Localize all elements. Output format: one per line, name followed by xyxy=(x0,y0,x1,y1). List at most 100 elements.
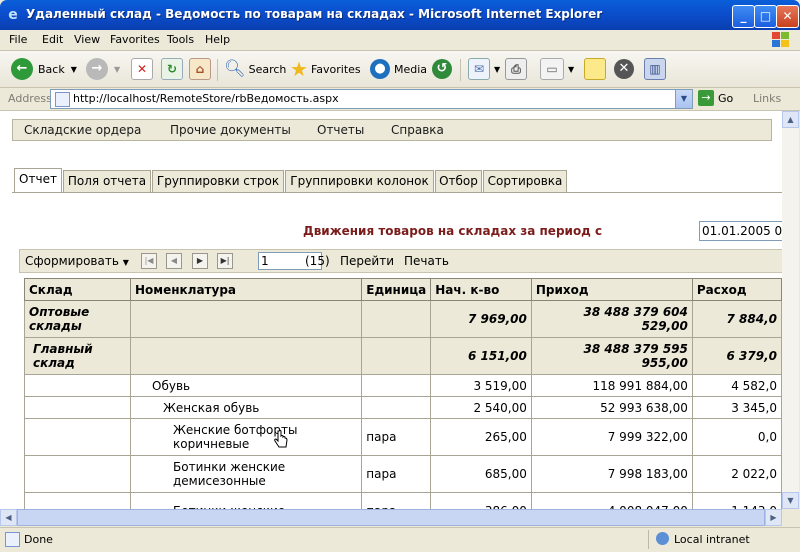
app-menu-reports[interactable]: Отчеты xyxy=(317,123,364,137)
table-row[interactable]: Ботинки женские пара 386,00 4 008 047,00… xyxy=(24,492,782,509)
tab-filter[interactable]: Отбор xyxy=(435,170,482,192)
column-header[interactable]: Номенклатура xyxy=(129,278,363,301)
cell-income: 38 488 379 595 955,00 xyxy=(530,337,693,375)
app-menu-orders[interactable]: Складские ордера xyxy=(24,123,141,137)
cell-unit xyxy=(361,337,432,375)
history-button[interactable]: ↺ xyxy=(432,57,452,81)
address-bar: Address http://localhost/RemoteStore/rbВ… xyxy=(0,88,800,111)
chevron-down-icon: ▼ xyxy=(494,64,501,74)
scroll-right-button[interactable]: ▶ xyxy=(765,509,782,526)
toolbar-separator xyxy=(217,59,218,81)
media-button[interactable]: ● Media xyxy=(370,57,427,81)
cell-income: 7 999 322,00 xyxy=(530,418,693,456)
close-button[interactable]: ✕ xyxy=(776,5,799,28)
horizontal-scroll-thumb[interactable] xyxy=(17,509,765,526)
menu-help[interactable]: Help xyxy=(205,33,230,46)
go-button[interactable]: → Go xyxy=(698,90,733,106)
table-row[interactable]: Обувь 3 519,00 118 991 884,00 4 582,0 xyxy=(24,374,782,397)
scroll-up-button[interactable]: ▲ xyxy=(782,111,799,128)
tab-column-groupings[interactable]: Группировки колонок xyxy=(285,170,434,192)
scroll-down-button[interactable]: ▼ xyxy=(782,492,799,509)
column-header[interactable]: Единица xyxy=(361,278,432,301)
column-header[interactable]: Нач. к-во xyxy=(430,278,532,301)
cell-unit xyxy=(361,300,432,338)
minimize-button[interactable]: _ xyxy=(732,5,755,28)
last-page-button[interactable]: ▶| xyxy=(217,253,233,269)
chevron-down-icon[interactable]: ▼ xyxy=(675,90,692,108)
intranet-icon xyxy=(656,532,669,545)
go-arrow-icon: → xyxy=(698,90,714,106)
table-row[interactable]: Главный склад 6 151,00 38 488 379 595 95… xyxy=(24,337,782,375)
date-from-input[interactable]: 01.01.2005 0 xyxy=(699,221,782,241)
menu-edit[interactable]: Edit xyxy=(42,33,63,46)
table-row[interactable]: Оптовые склады 7 969,00 38 488 379 604 5… xyxy=(24,300,782,338)
menu-view[interactable]: View xyxy=(74,33,100,46)
media-icon: ● xyxy=(370,59,390,79)
tab-report[interactable]: Отчет xyxy=(14,168,62,192)
menu-tools[interactable]: Tools xyxy=(167,33,194,46)
status-text: Done xyxy=(24,533,53,546)
stop-icon: ✕ xyxy=(131,58,153,80)
cell-warehouse: Оптовые склады xyxy=(24,300,131,338)
next-page-button[interactable]: ▶ xyxy=(192,253,208,269)
favorites-button[interactable]: ★ Favorites xyxy=(290,57,361,81)
messenger-button[interactable]: ✕ xyxy=(614,57,634,81)
chevron-down-icon: ▼ xyxy=(122,258,129,267)
column-header[interactable]: Склад xyxy=(24,278,131,301)
cell-outcome: 2 022,0 xyxy=(691,455,782,493)
tab-sorting[interactable]: Сортировка xyxy=(483,170,567,192)
prev-page-button[interactable]: ◀ xyxy=(166,253,182,269)
home-button[interactable]: ⌂ xyxy=(189,57,211,81)
cell-outcome: 1 143,0 xyxy=(691,492,782,509)
stop-button[interactable]: ✕ xyxy=(131,57,153,81)
cell-warehouse xyxy=(24,374,131,397)
tab-row-groupings[interactable]: Группировки строк xyxy=(152,170,284,192)
cell-item xyxy=(129,337,363,375)
cell-income: 38 488 379 604 529,00 xyxy=(530,300,693,338)
table-row[interactable]: Ботинки женские демисезонные пара 685,00… xyxy=(24,455,782,493)
address-input[interactable]: http://localhost/RemoteStore/rbВедомость… xyxy=(50,89,693,109)
refresh-button[interactable]: ↻ xyxy=(161,57,183,81)
cell-income: 118 991 884,00 xyxy=(530,374,693,397)
address-url: http://localhost/RemoteStore/rbВедомость… xyxy=(73,92,339,105)
links-button[interactable]: Links xyxy=(753,92,781,105)
back-arrow-icon: ← xyxy=(11,58,33,80)
vertical-scrollbar[interactable]: ▲ ▼ xyxy=(782,111,799,509)
menu-file[interactable]: File xyxy=(9,33,27,46)
table-row[interactable]: Женская обувь 2 540,00 52 993 638,00 3 3… xyxy=(24,396,782,419)
discuss-button[interactable] xyxy=(584,57,606,81)
build-report-button[interactable]: Сформировать ▼ xyxy=(25,254,129,268)
forward-button[interactable]: → ▼ xyxy=(86,57,120,81)
first-page-button[interactable]: |◀ xyxy=(141,253,157,269)
column-header[interactable]: Расход xyxy=(691,278,782,301)
scroll-left-button[interactable]: ◀ xyxy=(0,509,17,526)
search-icon: 🔍︎ xyxy=(224,59,246,79)
report-toolbar: Сформировать ▼ |◀ ◀ ▶ ▶| 1 (15) Перейти … xyxy=(19,249,782,273)
cell-warehouse xyxy=(24,492,131,509)
cell-outcome: 6 379,0 xyxy=(691,337,782,375)
tab-report-fields[interactable]: Поля отчета xyxy=(63,170,151,192)
horizontal-scrollbar[interactable]: ◀ ▶ xyxy=(0,509,782,526)
edit-button[interactable]: ▭ ▼ xyxy=(540,57,574,81)
maximize-button[interactable]: □ xyxy=(754,5,777,28)
table-row[interactable]: Женские ботфорты коричневые пара 265,00 … xyxy=(24,418,782,456)
go-page-button[interactable]: Перейти xyxy=(340,254,394,268)
app-menu-documents[interactable]: Прочие документы xyxy=(170,123,291,137)
search-button[interactable]: 🔍︎ Search xyxy=(224,57,286,81)
app-menu-help[interactable]: Справка xyxy=(391,123,444,137)
mail-button[interactable]: ✉ ▼ xyxy=(468,57,500,81)
menu-favorites[interactable]: Favorites xyxy=(110,33,160,46)
cell-unit: пара xyxy=(361,492,432,509)
status-bar: Done Local intranet xyxy=(0,527,800,552)
cell-unit: пара xyxy=(361,455,432,493)
star-icon: ★ xyxy=(290,57,308,81)
address-label: Address xyxy=(8,92,52,105)
back-button[interactable]: ← Back ▼ xyxy=(11,57,77,81)
print-report-button[interactable]: Печать xyxy=(404,254,449,268)
column-header[interactable]: Приход xyxy=(530,278,693,301)
print-button[interactable]: ⎙ xyxy=(505,57,527,81)
research-button[interactable]: ▥ xyxy=(644,57,666,81)
chevron-down-icon: ▼ xyxy=(114,64,121,74)
cell-start: 7 969,00 xyxy=(430,300,532,338)
cell-warehouse xyxy=(24,455,131,493)
